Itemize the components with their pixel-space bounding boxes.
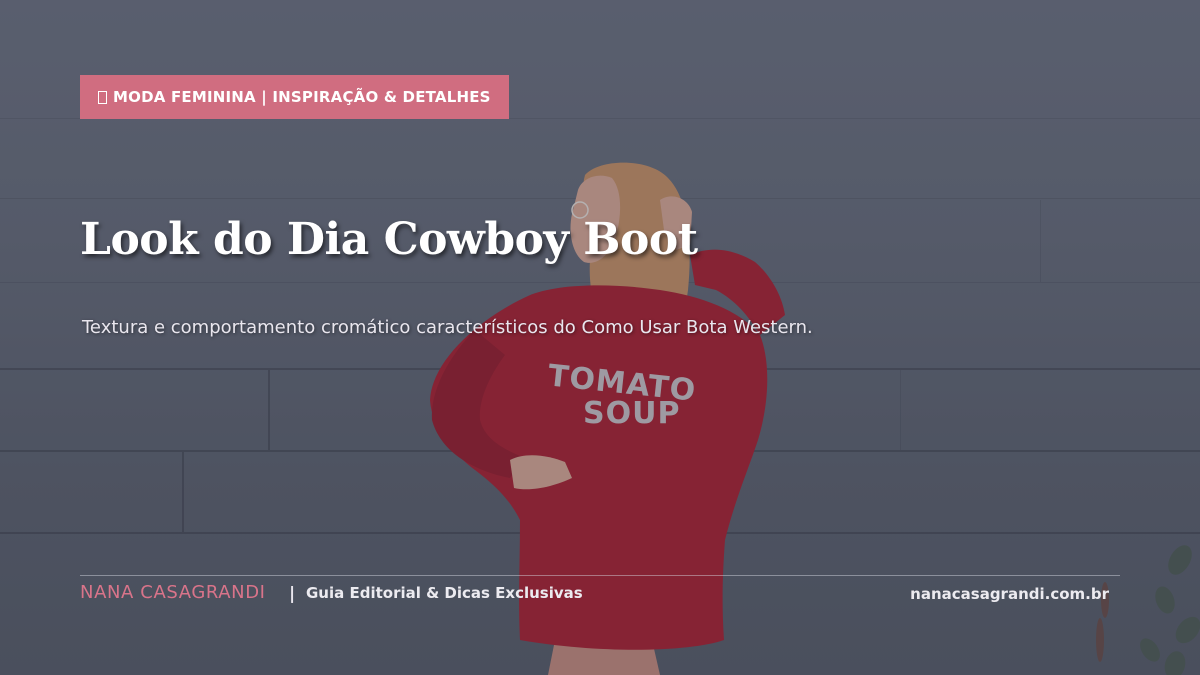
category-badge-label: MODA FEMININA | INSPIRAÇÃO & DETALHES — [113, 88, 491, 106]
footer-separator: | — [289, 584, 296, 604]
category-badge[interactable]: MODA FEMININA | INSPIRAÇÃO & DETALHES — [80, 75, 509, 119]
footer-brand-name[interactable]: NANA CASAGRANDI — [80, 582, 266, 603]
tag-icon — [98, 90, 107, 104]
footer-divider — [80, 575, 1120, 576]
footer-tagline: Guia Editorial & Dicas Exclusivas — [306, 584, 583, 602]
footer-site-url[interactable]: nanacasagrandi.com.br — [910, 585, 1109, 603]
page-title: Look do Dia Cowboy Boot — [80, 214, 698, 265]
page-subtitle: Textura e comportamento cromático caract… — [82, 317, 813, 338]
